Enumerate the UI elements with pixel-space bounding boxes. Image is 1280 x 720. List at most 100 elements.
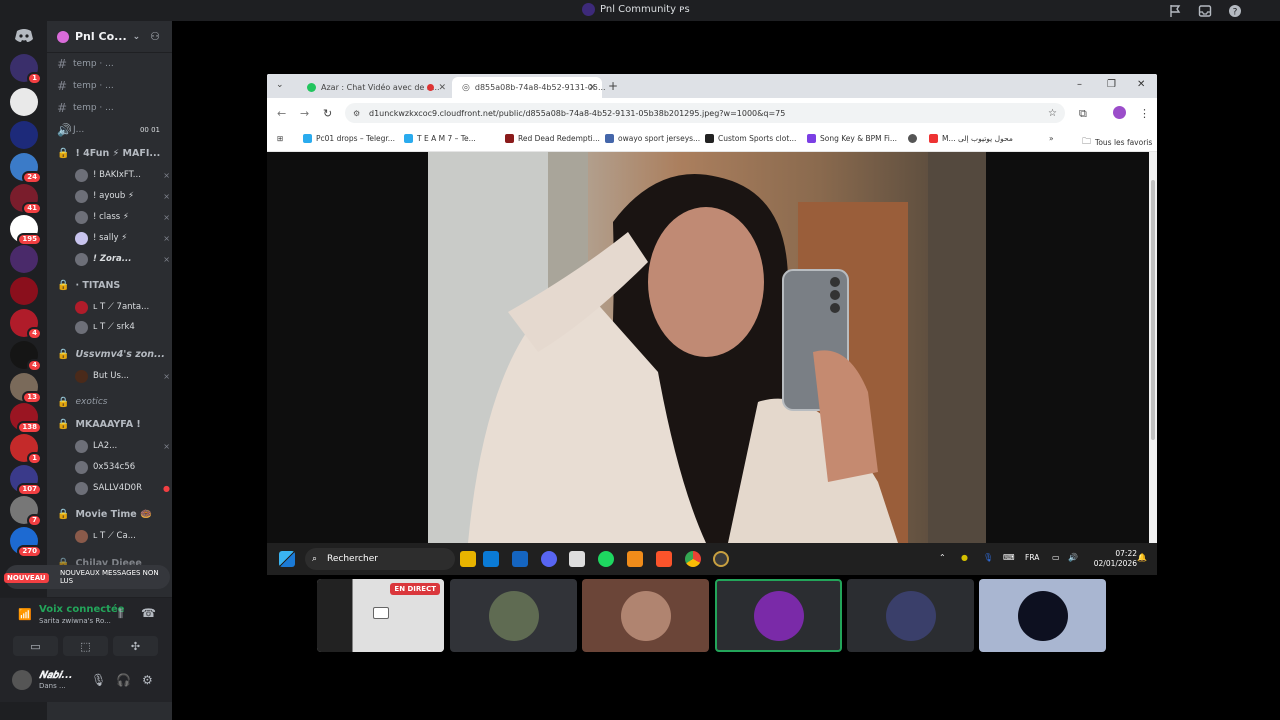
windows-start-icon[interactable] [279,551,295,567]
username[interactable]: 𝑵𝒂𝒃𝒊... [39,670,73,681]
menu-icon[interactable]: ⋮ [1139,107,1150,120]
minimize-icon[interactable]: – [1077,79,1082,90]
address-bar[interactable]: ⚙ d1unckwzkxcoc9.cloudfront.net/public/d… [345,103,1065,123]
stream-tile[interactable]: EN DIRECT [317,579,444,652]
reload-icon[interactable]: ↻ [323,107,332,120]
screen-share-button[interactable]: ⬚ [63,636,108,656]
server-icon[interactable]: 1 [10,54,42,85]
voice-user[interactable]: But Us... ⨯ [75,367,170,385]
participant-tile[interactable] [979,579,1106,652]
voice-room-header[interactable]: 🔒 Ussvmv4's zon... [47,344,172,364]
channel-item[interactable]: # temp · ... [47,98,172,118]
browser-tab-active[interactable]: ◎ d855a08b-74a8-4b52-9131-05... ✕ [452,77,606,98]
voice-room-header[interactable]: 🔒 Movie Time 🍩 [47,504,172,524]
tab-search-icon[interactable]: ⌄ [276,80,284,90]
bookmark-item[interactable]: T E A M 7 – Te... [404,134,476,143]
voice-user[interactable]: ʟ T ⟋ Ca... [75,527,170,545]
taskbar-search[interactable]: ⌕ Rechercher [305,548,455,570]
flag-icon[interactable] [1168,3,1182,17]
bookmark-item[interactable]: Song Key & BPM Fi... [807,134,897,143]
bookmark-item[interactable]: M... محول يوتيوب إلى [929,134,1013,143]
activities-button[interactable]: ✣ [113,636,158,656]
channel-item[interactable]: # temp · ... [47,76,172,96]
chrome-icon[interactable] [685,551,701,567]
maximize-icon[interactable]: ❐ [1107,79,1116,90]
settings-gear-icon[interactable]: ⚙ [142,673,153,687]
server-icon[interactable] [10,245,38,273]
voice-user[interactable]: ! Zora... ⨯ [75,250,170,268]
camera-button[interactable]: ▭ [13,636,58,656]
voice-room-header[interactable]: 🔒! 4Fun ⚡ MAFI... [47,143,172,163]
tray-chevron-icon[interactable]: ⌃ [939,553,946,562]
disconnect-icon[interactable]: ☎ [141,606,156,620]
profile-avatar[interactable] [1113,106,1126,119]
server-icon[interactable] [10,88,38,116]
inbox-icon[interactable] [1198,3,1212,17]
site-info-icon[interactable]: ⚙ [353,109,360,118]
scrollbar-thumb[interactable] [1151,180,1155,440]
participant-tile[interactable] [582,579,709,652]
apps-grid-icon[interactable]: ⊞ [277,134,283,143]
selfie-photo[interactable] [428,152,986,543]
new-tab-icon[interactable]: + [608,79,618,93]
voice-user[interactable]: ! BAKIxFT... ⨯ [75,166,170,184]
language-indicator[interactable]: FRA [1025,553,1039,562]
volume-icon[interactable]: 🔊 [1068,553,1078,562]
voice-room-header[interactable]: 🔒 MKAAAYFA ! [47,414,172,434]
store-icon[interactable] [483,551,499,567]
forward-icon[interactable]: → [300,107,309,120]
help-icon[interactable]: ? [1228,3,1242,18]
brave-icon[interactable] [656,551,672,567]
bookmark-item[interactable]: Red Dead Redempti... [505,134,600,143]
bookmark-star-icon[interactable]: ☆ [1048,108,1057,119]
network-icon[interactable]: ▭ [1052,553,1060,562]
server-icon[interactable]: 41 [10,184,42,215]
server-icon[interactable]: 107 [10,465,42,496]
channel-item[interactable]: # temp · ... [47,54,172,74]
close-tab-icon[interactable]: ✕ [588,83,596,93]
bookmark-item[interactable]: owayo sport jerseys... [605,134,700,143]
tray-app-icon[interactable]: ● [961,553,968,562]
bookmark-item[interactable]: Custom Sports clot... [705,134,796,143]
app-icon[interactable] [713,551,729,567]
new-badge[interactable]: NOUVEAU [4,573,49,583]
server-icon[interactable] [10,121,38,149]
taskbar-clock[interactable]: 07:22 02/01/2026 [1094,549,1137,569]
headphones-icon[interactable]: 🎧 [116,673,131,687]
noise-suppression-icon[interactable]: ⫼ [118,607,123,621]
server-icon[interactable]: 270 [10,527,42,558]
close-tab-icon[interactable]: ✕ [438,83,446,93]
voice-user[interactable]: ! sally ⚡ ⨯ [75,229,170,247]
close-window-icon[interactable]: ✕ [1137,79,1145,90]
discord-home-icon[interactable] [10,23,38,51]
server-header[interactable]: Pnl Co... ⌄ ⚇ [47,21,172,53]
discord-icon[interactable] [541,551,557,567]
spotify-icon[interactable] [598,551,614,567]
server-icon[interactable]: 138 [10,403,42,434]
app-icon[interactable] [627,551,643,567]
all-favorites-folder[interactable]: 🗀 Tous les favoris [1082,134,1152,150]
avatar[interactable] [12,670,32,690]
server-icon[interactable]: 195 [10,215,42,246]
server-icon[interactable]: 24 [10,153,42,184]
calendar-icon[interactable] [569,551,585,567]
scrollbar[interactable] [1149,152,1157,543]
voice-user[interactable]: ! class ⚡ ⨯ [75,208,170,226]
bookmark-item[interactable]: Pc01 drops – Telegr... [303,134,395,143]
participant-tile[interactable] [450,579,577,652]
keyboard-icon[interactable]: ⌨ [1003,553,1015,562]
voice-room-header[interactable]: 🔒 · TITANS [47,275,172,295]
server-icon[interactable]: 1 [10,434,42,465]
browser-tab[interactable]: Azar : Chat Vidéo avec de n... ✕ [297,77,452,98]
voice-user[interactable]: ! ayoub ⚡ ⨯ [75,187,170,205]
extensions-icon[interactable]: ⧉ [1079,107,1087,121]
more-bookmarks-icon[interactable]: » [1049,134,1054,143]
voice-user[interactable]: ʟ T ⟋ 7anta... [75,298,170,316]
server-icon[interactable]: 4 [10,309,42,340]
notifications-icon[interactable]: 🔔 [1137,553,1147,562]
server-icon[interactable]: 4 [10,341,42,372]
bookmark-item[interactable] [908,134,921,143]
tray-mic-icon[interactable]: 🎙 [983,553,993,562]
participant-tile-speaking[interactable] [715,579,842,652]
microphone-icon[interactable]: 🎙 [91,673,106,687]
